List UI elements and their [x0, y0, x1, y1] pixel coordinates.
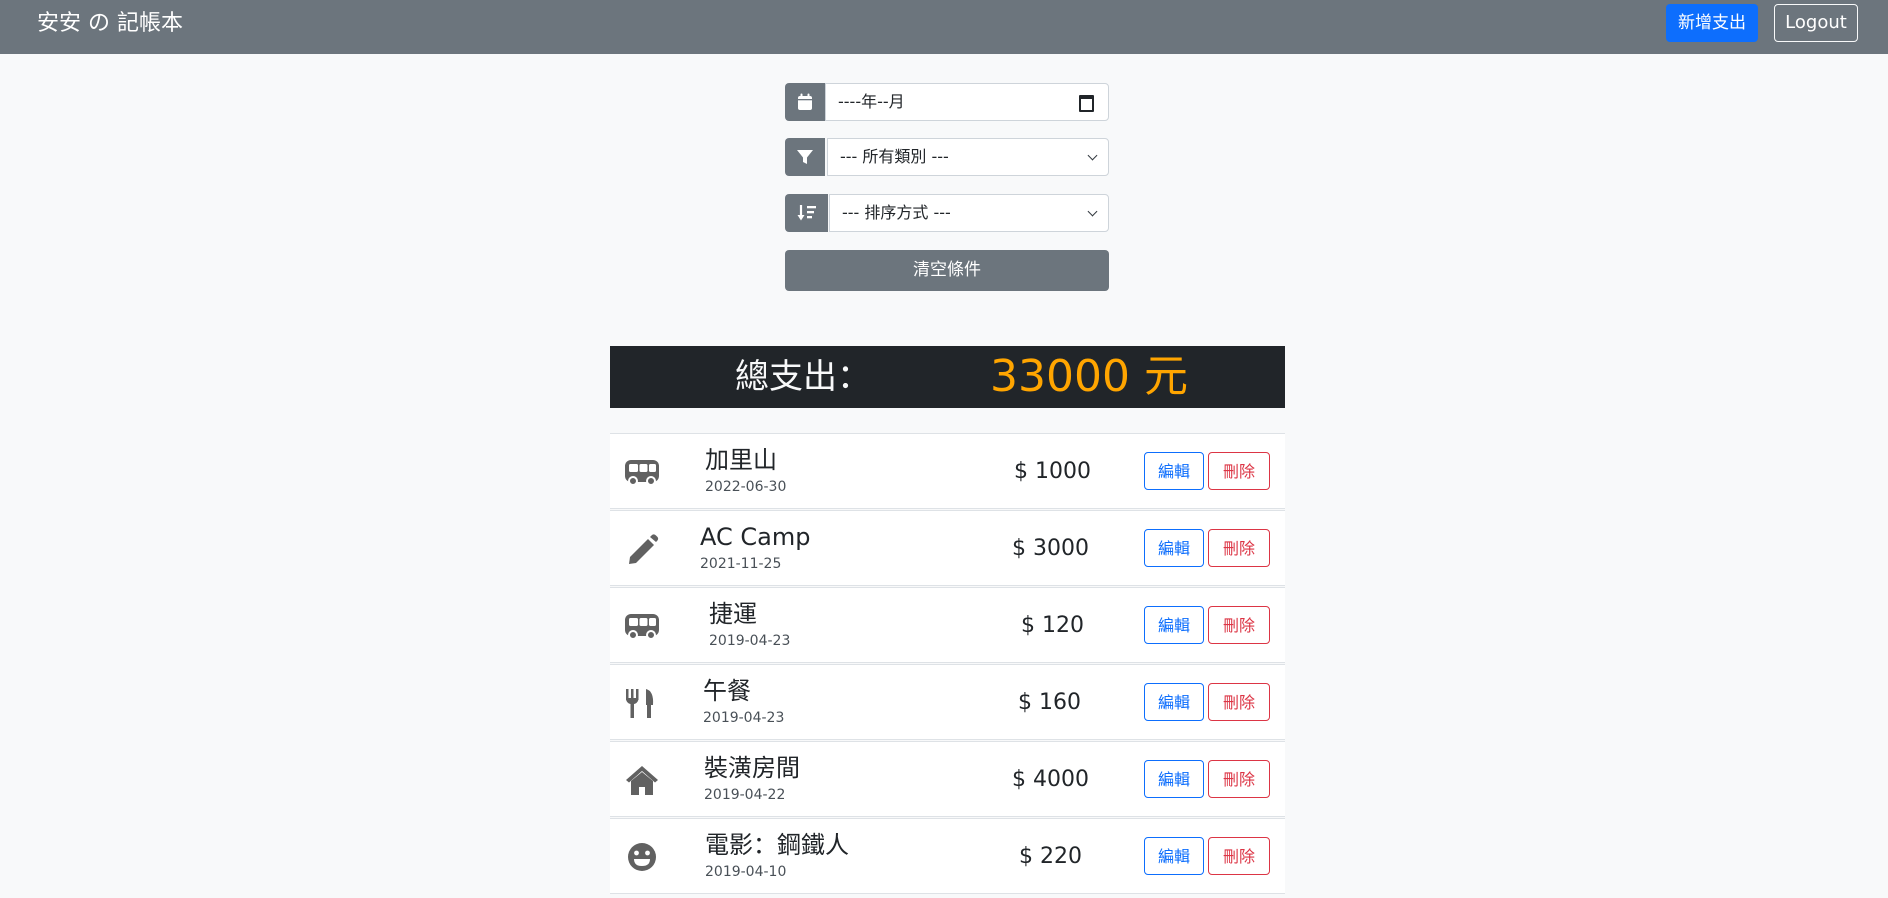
- pencil-icon: [624, 531, 660, 567]
- edit-button[interactable]: 編輯: [1144, 683, 1204, 721]
- edit-button[interactable]: 編輯: [1144, 529, 1204, 567]
- category-select[interactable]: --- 所有類別 ---: [827, 138, 1109, 176]
- record-name: AC Camp: [700, 523, 811, 551]
- calendar-picker-icon[interactable]: [1079, 95, 1094, 112]
- record-date: 2019-04-23: [703, 710, 785, 726]
- record-row: 加里山 2022-06-30 $ 1000 編輯 刪除: [610, 433, 1285, 509]
- record-name: 午餐: [703, 677, 751, 705]
- home-icon: [624, 762, 660, 798]
- sort-select-value: --- 排序方式 ---: [842, 203, 951, 222]
- bus-icon: [624, 454, 660, 490]
- edit-button[interactable]: 編輯: [1144, 606, 1204, 644]
- smile-icon: [624, 839, 660, 875]
- month-filter-group: ----年--月: [785, 83, 1109, 121]
- record-amount: $ 3000: [1012, 536, 1089, 561]
- record-row: 捷運 2019-04-23 $ 120 編輯 刪除: [610, 587, 1285, 663]
- total-amount: 33000 元: [990, 351, 1188, 402]
- record-amount: $ 1000: [1014, 459, 1091, 484]
- delete-button[interactable]: 刪除: [1208, 837, 1270, 875]
- delete-button[interactable]: 刪除: [1208, 452, 1270, 490]
- record-amount: $ 120: [1021, 613, 1084, 638]
- month-input[interactable]: ----年--月: [825, 83, 1109, 121]
- delete-button[interactable]: 刪除: [1208, 683, 1270, 721]
- delete-button[interactable]: 刪除: [1208, 606, 1270, 644]
- total-label: 總支出：: [735, 357, 871, 397]
- record-name: 加里山: [705, 446, 777, 474]
- sort-select[interactable]: --- 排序方式 ---: [829, 194, 1109, 232]
- record-list: 加里山 2022-06-30 $ 1000 編輯 刪除 AC Camp 2021…: [610, 433, 1285, 895]
- record-date: 2021-11-25: [700, 556, 782, 572]
- record-name: 電影：鋼鐵人: [705, 831, 849, 859]
- edit-button[interactable]: 編輯: [1144, 837, 1204, 875]
- record-date: 2019-04-22: [704, 787, 786, 803]
- utensils-icon: [624, 685, 660, 721]
- record-name: 捷運: [709, 600, 757, 628]
- record-amount: $ 4000: [1012, 767, 1089, 792]
- record-row: 裝潢房間 2019-04-22 $ 4000 編輯 刪除: [610, 741, 1285, 817]
- record-amount: $ 160: [1018, 690, 1081, 715]
- bus-icon: [624, 608, 660, 644]
- category-filter-group: --- 所有類別 ---: [785, 138, 1109, 176]
- record-row: AC Camp 2021-11-25 $ 3000 編輯 刪除: [610, 510, 1285, 586]
- brand-title[interactable]: 安安 の 記帳本: [37, 11, 183, 37]
- delete-button[interactable]: 刪除: [1208, 529, 1270, 567]
- navbar: 安安 の 記帳本 新增支出 Logout: [0, 0, 1888, 54]
- edit-button[interactable]: 編輯: [1144, 760, 1204, 798]
- calendar-icon: [785, 83, 825, 121]
- total-expense-banner: 總支出： 33000 元: [610, 346, 1285, 408]
- record-date: 2019-04-23: [709, 633, 791, 649]
- edit-button[interactable]: 編輯: [1144, 452, 1204, 490]
- month-input-value: ----年--月: [838, 92, 905, 111]
- logout-button[interactable]: Logout: [1774, 4, 1858, 42]
- clear-filters-button[interactable]: 清空條件: [785, 250, 1109, 291]
- record-row: 電影：鋼鐵人 2019-04-10 $ 220 編輯 刪除: [610, 818, 1285, 894]
- record-date: 2022-06-30: [705, 479, 787, 495]
- record-date: 2019-04-10: [705, 864, 787, 880]
- chevron-down-icon: [1087, 150, 1098, 161]
- sort-amount-icon: [785, 194, 828, 232]
- record-row: 午餐 2019-04-23 $ 160 編輯 刪除: [610, 664, 1285, 740]
- delete-button[interactable]: 刪除: [1208, 760, 1270, 798]
- add-expense-button[interactable]: 新增支出: [1666, 4, 1758, 42]
- filter-icon: [785, 138, 825, 176]
- sort-group: --- 排序方式 ---: [785, 194, 1109, 232]
- record-name: 裝潢房間: [704, 754, 800, 782]
- category-select-value: --- 所有類別 ---: [840, 147, 949, 166]
- record-amount: $ 220: [1019, 844, 1082, 869]
- chevron-down-icon: [1087, 206, 1098, 217]
